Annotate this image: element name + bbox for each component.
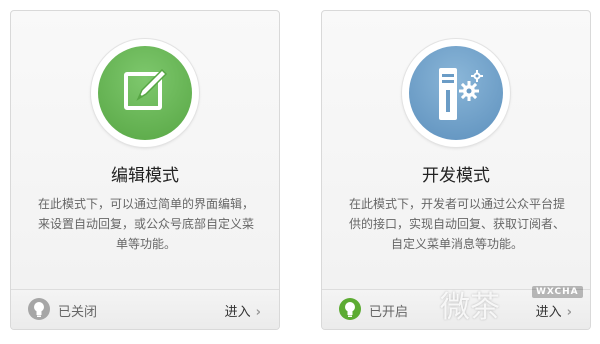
developer-mode-enter-label: 进入 [535, 305, 562, 320]
bulb-on-icon [339, 298, 361, 320]
edit-mode-card[interactable]: 编辑模式 在此模式下，可以通过简单的界面编辑，来设置自动回复，或公众号底部自定义… [10, 10, 280, 330]
developer-mode-enter-button[interactable]: 进入 › [536, 301, 572, 320]
chevron-right-icon: › [566, 305, 572, 320]
developer-mode-title: 开发模式 [422, 166, 490, 186]
edit-mode-description: 在此模式下，可以通过简单的界面编辑，来设置自动回复，或公众号底部自定义菜单等功能… [37, 197, 254, 251]
developer-mode-status: 已开启 [369, 305, 409, 320]
edit-mode-footer: 已关闭 进入 › [11, 289, 279, 329]
edit-mode-title: 编辑模式 [111, 166, 179, 186]
edit-mode-enter-button[interactable]: 进入 › [225, 301, 261, 320]
chevron-right-icon: › [255, 305, 261, 320]
developer-mode-icon-ring [402, 39, 510, 147]
developer-mode-description: 在此模式下，开发者可以通过公众平台提供的接口，实现自动回复、获取订阅者、自定义菜… [348, 197, 565, 251]
developer-mode-card[interactable]: 开发模式 在此模式下，开发者可以通过公众平台提供的接口，实现自动回复、获取订阅者… [321, 10, 591, 330]
edit-mode-icon-ring [91, 39, 199, 147]
server-gear-icon [409, 46, 503, 140]
bulb-off-icon [28, 298, 50, 320]
edit-mode-status: 已关闭 [58, 305, 98, 320]
mode-selection-page: 编辑模式 在此模式下，可以通过简单的界面编辑，来设置自动回复，或公众号底部自定义… [0, 0, 600, 344]
developer-mode-footer: 已开启 进入 › [322, 289, 590, 329]
edit-icon [98, 46, 192, 140]
edit-mode-enter-label: 进入 [224, 305, 251, 320]
